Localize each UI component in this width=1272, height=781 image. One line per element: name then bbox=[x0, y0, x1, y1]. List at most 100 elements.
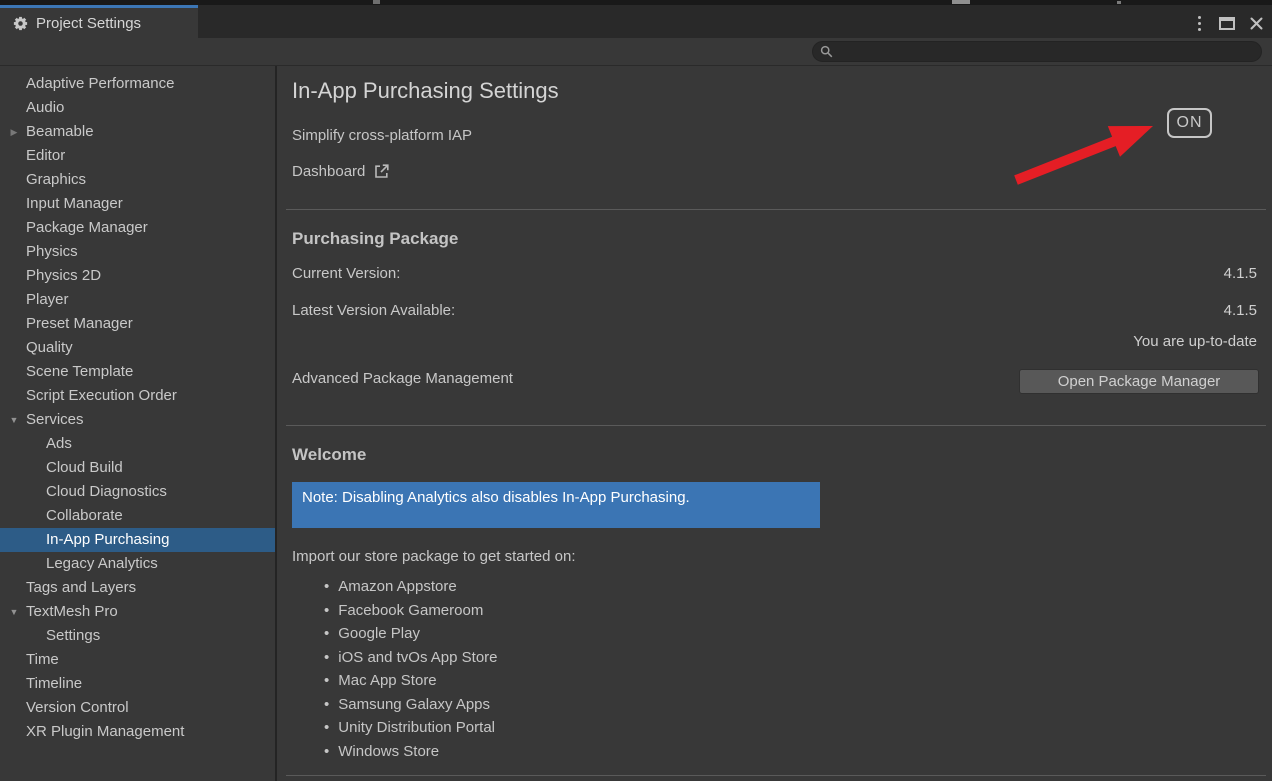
sidebar-item-label: Quality bbox=[0, 336, 73, 360]
store-list-item: Google Play bbox=[324, 622, 498, 646]
sidebar-item-label: Legacy Analytics bbox=[0, 552, 158, 576]
sidebar-item-physics-2d[interactable]: Physics 2D bbox=[0, 264, 275, 288]
up-to-date-status: You are up-to-date bbox=[1133, 333, 1257, 350]
latest-version-label: Latest Version Available: bbox=[292, 302, 455, 319]
window-tab-bar: Project Settings bbox=[0, 5, 1272, 38]
sidebar-item-label: Scene Template bbox=[0, 360, 133, 384]
in-app-purchasing-panel: In-App Purchasing Settings Simplify cros… bbox=[279, 66, 1272, 781]
current-version-label: Current Version: bbox=[292, 265, 400, 282]
section-divider bbox=[286, 425, 1266, 426]
store-list-item: Facebook Gameroom bbox=[324, 599, 498, 623]
sidebar-item-label: Collaborate bbox=[0, 504, 123, 528]
gear-icon bbox=[12, 15, 29, 32]
sidebar-item-physics[interactable]: Physics bbox=[0, 240, 275, 264]
background-content-icon bbox=[952, 0, 970, 4]
sidebar-item-quality[interactable]: Quality bbox=[0, 336, 275, 360]
advanced-package-label: Advanced Package Management bbox=[292, 370, 513, 387]
section-divider bbox=[286, 209, 1266, 210]
sidebar-item-label: Preset Manager bbox=[0, 312, 133, 336]
section-divider bbox=[286, 775, 1266, 776]
store-list-item: Mac App Store bbox=[324, 669, 498, 693]
sidebar-item-label: Input Manager bbox=[0, 192, 123, 216]
sidebar-item-beamable[interactable]: ▶Beamable bbox=[0, 120, 275, 144]
sidebar-item-cloud-diagnostics[interactable]: Cloud Diagnostics bbox=[0, 480, 275, 504]
tab-project-settings[interactable]: Project Settings bbox=[0, 5, 198, 38]
store-list-item: iOS and tvOs App Store bbox=[324, 646, 498, 670]
sidebar-item-label: Package Manager bbox=[0, 216, 148, 240]
sidebar-item-label: Cloud Build bbox=[0, 456, 123, 480]
foldout-expanded-icon[interactable]: ▼ bbox=[7, 408, 21, 432]
settings-toolbar bbox=[0, 38, 1272, 66]
sidebar-item-preset-manager[interactable]: Preset Manager bbox=[0, 312, 275, 336]
sidebar-item-services[interactable]: ▼Services bbox=[0, 408, 275, 432]
store-list-item: Amazon Appstore bbox=[324, 575, 498, 599]
sidebar-item-xr-plugin-management[interactable]: XR Plugin Management bbox=[0, 720, 275, 744]
store-list-item: Unity Distribution Portal bbox=[324, 716, 498, 740]
sidebar-item-label: Editor bbox=[0, 144, 65, 168]
current-version-value: 4.1.5 bbox=[1224, 265, 1257, 282]
sidebar-item-label: Graphics bbox=[0, 168, 86, 192]
sidebar-item-input-manager[interactable]: Input Manager bbox=[0, 192, 275, 216]
sidebar-item-timeline[interactable]: Timeline bbox=[0, 672, 275, 696]
sidebar-item-scene-template[interactable]: Scene Template bbox=[0, 360, 275, 384]
sidebar-item-label: Ads bbox=[0, 432, 72, 456]
sidebar-item-label: Version Control bbox=[0, 696, 129, 720]
settings-category-list: Adaptive PerformanceAudio▶BeamableEditor… bbox=[0, 66, 277, 781]
service-on-toggle[interactable]: ON bbox=[1167, 108, 1212, 138]
sidebar-item-version-control[interactable]: Version Control bbox=[0, 696, 275, 720]
sidebar-item-in-app-purchasing[interactable]: In-App Purchasing bbox=[0, 528, 275, 552]
sidebar-item-settings[interactable]: Settings bbox=[0, 624, 275, 648]
kebab-menu-icon[interactable] bbox=[1194, 13, 1205, 34]
sidebar-item-tags-and-layers[interactable]: Tags and Layers bbox=[0, 576, 275, 600]
sidebar-item-label: Time bbox=[0, 648, 59, 672]
sidebar-item-audio[interactable]: Audio bbox=[0, 96, 275, 120]
search-box[interactable] bbox=[812, 41, 1262, 62]
store-list-item: Windows Store bbox=[324, 740, 498, 764]
latest-version-value: 4.1.5 bbox=[1224, 302, 1257, 319]
search-icon bbox=[820, 45, 833, 58]
close-icon[interactable] bbox=[1249, 16, 1264, 31]
foldout-expanded-icon[interactable]: ▼ bbox=[7, 600, 21, 624]
search-input[interactable] bbox=[838, 44, 1238, 59]
welcome-header: Welcome bbox=[292, 445, 366, 465]
sidebar-item-label: Cloud Diagnostics bbox=[0, 480, 167, 504]
sidebar-item-label: XR Plugin Management bbox=[0, 720, 184, 744]
sidebar-item-label: Tags and Layers bbox=[0, 576, 136, 600]
dashboard-link-label: Dashboard bbox=[292, 163, 365, 180]
sidebar-item-package-manager[interactable]: Package Manager bbox=[0, 216, 275, 240]
sidebar-item-label: Physics 2D bbox=[0, 264, 101, 288]
maximize-icon[interactable] bbox=[1219, 17, 1235, 30]
sidebar-item-label: In-App Purchasing bbox=[0, 528, 169, 552]
panel-subtitle: Simplify cross-platform IAP bbox=[292, 127, 472, 144]
sidebar-item-script-execution-order[interactable]: Script Execution Order bbox=[0, 384, 275, 408]
store-list: Amazon AppstoreFacebook GameroomGoogle P… bbox=[324, 575, 498, 763]
analytics-note-banner: Note: Disabling Analytics also disables … bbox=[292, 482, 820, 528]
sidebar-item-editor[interactable]: Editor bbox=[0, 144, 275, 168]
background-content-label: Content bbox=[978, 0, 1035, 4]
sidebar-item-label: Settings bbox=[0, 624, 100, 648]
sidebar-item-label: Player bbox=[0, 288, 69, 312]
external-link-icon bbox=[373, 163, 390, 180]
foldout-collapsed-icon[interactable]: ▶ bbox=[7, 120, 21, 144]
sidebar-item-legacy-analytics[interactable]: Legacy Analytics bbox=[0, 552, 275, 576]
sidebar-item-graphics[interactable]: Graphics bbox=[0, 168, 275, 192]
sidebar-item-adaptive-performance[interactable]: Adaptive Performance bbox=[0, 72, 275, 96]
dashboard-link[interactable]: Dashboard bbox=[292, 163, 390, 180]
sidebar-item-label: Adaptive Performance bbox=[0, 72, 174, 96]
sidebar-item-time[interactable]: Time bbox=[0, 648, 275, 672]
sidebar-item-label: Physics bbox=[0, 240, 78, 264]
sidebar-item-collaborate[interactable]: Collaborate bbox=[0, 504, 275, 528]
sidebar-item-label: Timeline bbox=[0, 672, 82, 696]
sidebar-item-textmesh-pro[interactable]: ▼TextMesh Pro bbox=[0, 600, 275, 624]
purchasing-package-header: Purchasing Package bbox=[292, 229, 458, 249]
store-list-item: Samsung Galaxy Apps bbox=[324, 693, 498, 717]
sidebar-item-label: Script Execution Order bbox=[0, 384, 177, 408]
background-fragment bbox=[373, 0, 380, 4]
tab-title: Project Settings bbox=[36, 15, 141, 32]
open-package-manager-button[interactable]: Open Package Manager bbox=[1019, 369, 1259, 394]
unity-project-settings-window: { "window": { "tab_title": "Project Sett… bbox=[0, 0, 1272, 781]
window-controls bbox=[1194, 11, 1264, 35]
sidebar-item-ads[interactable]: Ads bbox=[0, 432, 275, 456]
sidebar-item-player[interactable]: Player bbox=[0, 288, 275, 312]
sidebar-item-cloud-build[interactable]: Cloud Build bbox=[0, 456, 275, 480]
